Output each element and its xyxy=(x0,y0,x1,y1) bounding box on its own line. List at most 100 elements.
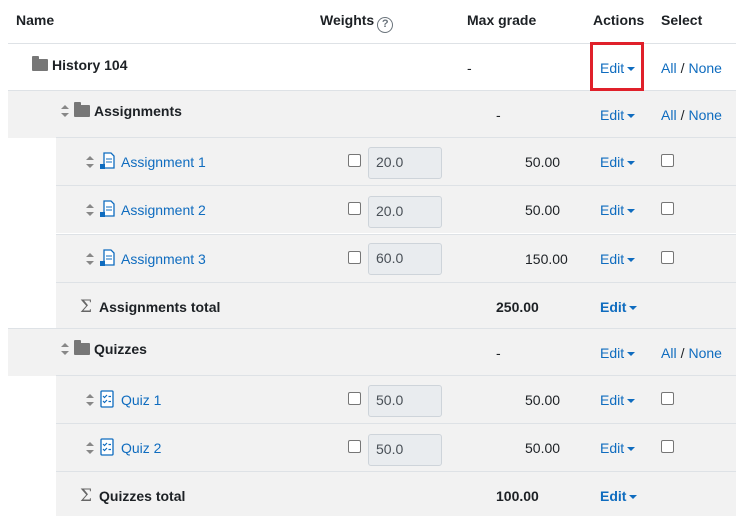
quizzes-name-cell: Quizzes xyxy=(59,325,147,373)
move-icon[interactable] xyxy=(59,104,71,118)
select-checkbox[interactable] xyxy=(661,440,674,453)
quiz-icon xyxy=(99,389,115,411)
assignments-select-links: All / None xyxy=(661,91,722,139)
grade-item-max-grade: 50.00 xyxy=(525,440,561,456)
grade-item-edit-menu[interactable]: Edit xyxy=(600,186,636,234)
weight-override-checkbox[interactable] xyxy=(348,392,361,405)
course-select-all-link[interactable]: All xyxy=(661,60,677,76)
grade-item-edit-label: Edit xyxy=(600,440,625,456)
quizzes-edit-label: Edit xyxy=(600,345,625,361)
weight-override-checkbox[interactable] xyxy=(348,440,361,453)
category-row-quizzes: Quizzes - Edit All / None xyxy=(8,328,736,376)
grade-item-max-grade: 50.00 xyxy=(525,202,561,218)
assignments-edit-label: Edit xyxy=(600,107,625,123)
course-select-none-link[interactable]: None xyxy=(688,60,721,76)
select-checkbox[interactable] xyxy=(661,154,674,167)
course-select-links: All / None xyxy=(661,44,722,92)
highlight-box xyxy=(590,42,644,91)
weight-input[interactable]: 20.0 xyxy=(368,147,442,179)
category-total-name: Assignments total xyxy=(99,299,221,315)
move-icon[interactable] xyxy=(84,252,96,266)
column-header-name: Name xyxy=(16,12,55,28)
caret-down-icon xyxy=(627,160,636,165)
move-icon[interactable] xyxy=(59,342,71,356)
grade-item-edit-menu[interactable]: Edit xyxy=(600,376,636,424)
course-max-grade: - xyxy=(467,60,472,76)
grade-item-link[interactable]: Quiz 2 xyxy=(121,440,161,456)
select-checkbox[interactable] xyxy=(661,202,674,215)
move-icon[interactable] xyxy=(84,203,96,217)
select-separator: / xyxy=(680,60,685,76)
weight-override-checkbox[interactable] xyxy=(348,154,361,167)
assignment-icon xyxy=(99,151,115,173)
select-checkbox[interactable] xyxy=(661,392,674,405)
caret-down-icon xyxy=(629,494,638,499)
quiz-icon xyxy=(99,437,115,459)
quizzes-select-links: All / None xyxy=(661,329,722,377)
grade-item-link[interactable]: Assignment 2 xyxy=(121,202,206,218)
move-icon[interactable] xyxy=(84,441,96,455)
assignments-max-grade: - xyxy=(496,107,501,123)
table-header: Name Weights? Max grade Actions Select xyxy=(0,0,736,44)
quizzes-edit-menu[interactable]: Edit xyxy=(600,329,636,377)
help-icon[interactable]: ? xyxy=(377,17,394,33)
quizzes-max-grade: - xyxy=(496,345,501,361)
grade-item-row: Assignment 2 20.0 50.00 Edit xyxy=(56,185,736,233)
category-total-edit-menu[interactable]: Edit xyxy=(600,472,638,516)
grade-item-row: Quiz 2 50.0 50.00 Edit xyxy=(56,423,736,471)
weight-input[interactable]: 50.0 xyxy=(368,434,442,466)
weight-input[interactable]: 60.0 xyxy=(368,243,442,275)
quizzes-select-all-link[interactable]: All xyxy=(661,345,677,361)
category-total-name-cell: Σ Assignments total xyxy=(80,283,220,331)
quizzes-select-none-link[interactable]: None xyxy=(688,345,721,361)
grade-item-edit-menu[interactable]: Edit xyxy=(600,138,636,186)
caret-down-icon xyxy=(627,113,636,118)
course-name: History 104 xyxy=(52,57,128,73)
caret-down-icon xyxy=(627,257,636,262)
weight-override-checkbox[interactable] xyxy=(348,251,361,264)
column-header-max-grade: Max grade xyxy=(467,12,537,28)
grade-item-row: Assignment 1 20.0 50.00 Edit xyxy=(56,137,736,185)
category-total-edit-label: Edit xyxy=(600,299,627,315)
weight-override-checkbox[interactable] xyxy=(348,202,361,215)
grade-item-link[interactable]: Assignment 1 xyxy=(121,154,206,170)
category-total-edit-menu[interactable]: Edit xyxy=(600,283,638,331)
category-total-edit-label: Edit xyxy=(600,488,627,504)
grade-item-name-cell: Quiz 2 xyxy=(84,424,161,472)
select-separator: / xyxy=(680,345,685,361)
column-header-select: Select xyxy=(661,12,703,28)
grade-item-edit-label: Edit xyxy=(600,392,625,408)
caret-down-icon xyxy=(627,208,636,213)
grade-item-row: Assignment 3 60.0 150.00 Edit xyxy=(56,234,736,282)
select-checkbox[interactable] xyxy=(661,251,674,264)
grade-item-edit-menu[interactable]: Edit xyxy=(600,424,636,472)
grade-item-max-grade: 50.00 xyxy=(525,392,561,408)
category-name: Quizzes xyxy=(94,341,147,357)
assignment-icon xyxy=(99,248,115,270)
assignment-icon xyxy=(99,199,115,221)
category-total-row: Σ Quizzes total 100.00 Edit xyxy=(56,471,736,516)
grade-item-link[interactable]: Assignment 3 xyxy=(121,251,206,267)
grade-item-edit-label: Edit xyxy=(600,202,625,218)
course-name-cell: History 104 xyxy=(32,41,127,89)
category-row-assignments: Assignments - Edit All / None xyxy=(8,90,736,138)
folder-icon xyxy=(74,340,90,355)
assignments-select-all-link[interactable]: All xyxy=(661,107,677,123)
assignments-edit-menu[interactable]: Edit xyxy=(600,91,636,139)
move-icon[interactable] xyxy=(84,155,96,169)
weight-input[interactable]: 50.0 xyxy=(368,385,442,417)
grade-item-name-cell: Assignment 2 xyxy=(84,186,206,234)
grade-item-edit-label: Edit xyxy=(600,251,625,267)
category-name: Assignments xyxy=(94,103,182,119)
caret-down-icon xyxy=(627,446,636,451)
grade-item-name-cell: Assignment 1 xyxy=(84,138,206,186)
assignments-select-none-link[interactable]: None xyxy=(688,107,721,123)
category-total-max-grade: 250.00 xyxy=(496,299,539,315)
grade-item-link[interactable]: Quiz 1 xyxy=(121,392,161,408)
column-header-weights-label: Weights xyxy=(320,12,375,28)
select-separator: / xyxy=(680,107,685,123)
weight-input[interactable]: 20.0 xyxy=(368,196,442,228)
move-icon[interactable] xyxy=(84,393,96,407)
assignments-name-cell: Assignments xyxy=(59,87,182,135)
grade-item-edit-menu[interactable]: Edit xyxy=(600,235,636,283)
